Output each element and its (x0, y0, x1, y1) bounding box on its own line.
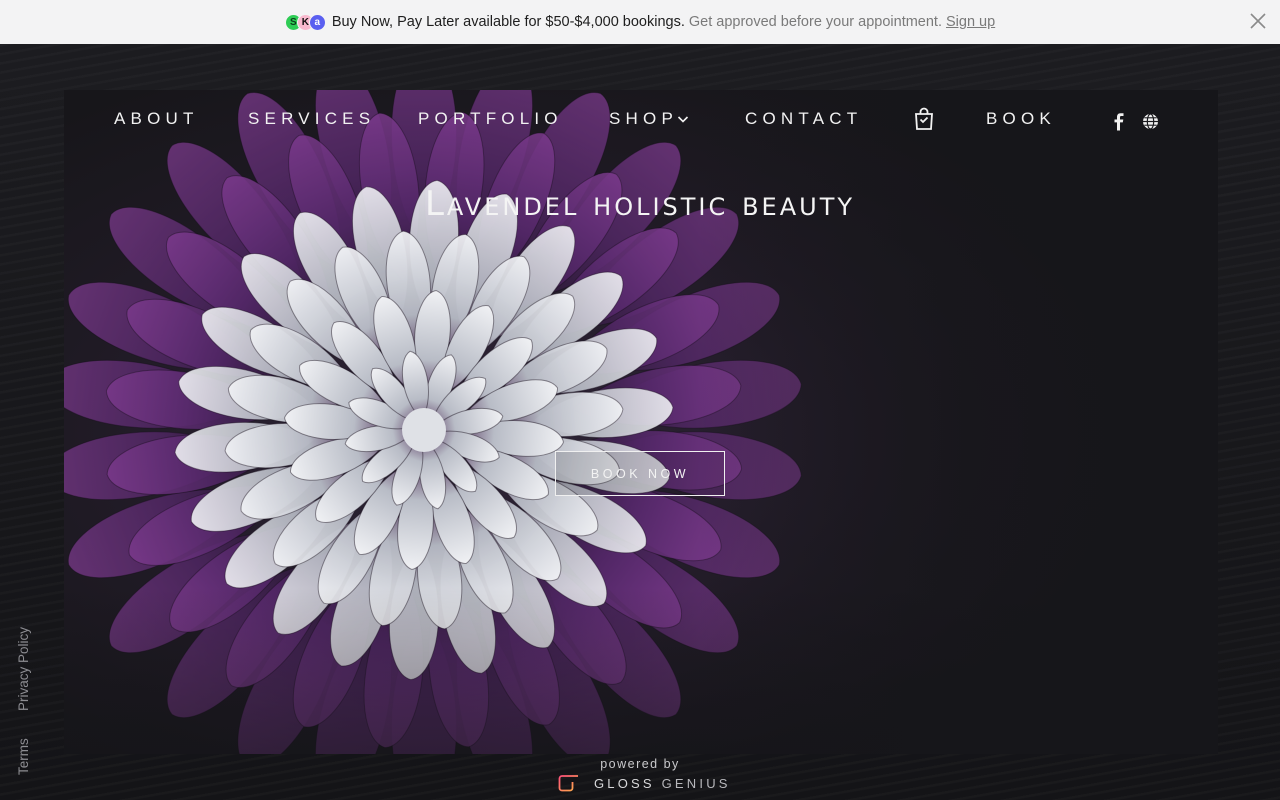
page-title: Lavendel holistic beauty (424, 184, 856, 224)
glossgenius-wordmark: GLOSS GENIUS (594, 775, 731, 791)
globe-icon[interactable] (1142, 113, 1159, 130)
privacy-policy-link[interactable]: Privacy Policy (16, 627, 31, 711)
chevron-down-icon (677, 116, 689, 123)
affirm-logo-icon: a (308, 13, 326, 31)
glossgenius-mark-icon (558, 775, 578, 792)
nav-shop[interactable]: SHOP (609, 108, 689, 130)
nav-services[interactable]: SERVICES (248, 108, 375, 130)
signup-link[interactable]: Sign up (946, 14, 995, 30)
shopping-bag-icon[interactable] (913, 107, 935, 131)
bnpl-banner: S K a Buy Now, Pay Later available for $… (0, 0, 1280, 44)
powered-by-label: powered by (600, 757, 680, 771)
close-icon[interactable] (1248, 11, 1268, 31)
banner-sub-text: Get approved before your appointment. (688, 14, 942, 30)
nav-about[interactable]: ABOUT (114, 108, 199, 130)
facebook-icon[interactable] (1113, 113, 1125, 131)
nav-shop-label: SHOP (609, 109, 678, 128)
banner-main-text: Buy Now, Pay Later available for $50-$4,… (331, 14, 685, 30)
payment-logos: S K a (284, 13, 326, 31)
nav-portfolio[interactable]: PORTFOLIO (418, 108, 563, 130)
glossgenius-logo[interactable]: GLOSS GENIUS (558, 773, 731, 793)
nav-book[interactable]: BOOK (986, 108, 1056, 130)
nav-contact[interactable]: CONTACT (745, 108, 862, 130)
book-now-button[interactable]: BOOK NOW (555, 451, 725, 496)
main-nav: ABOUT SERVICES PORTFOLIO SHOP CONTACT BO… (0, 107, 1280, 132)
